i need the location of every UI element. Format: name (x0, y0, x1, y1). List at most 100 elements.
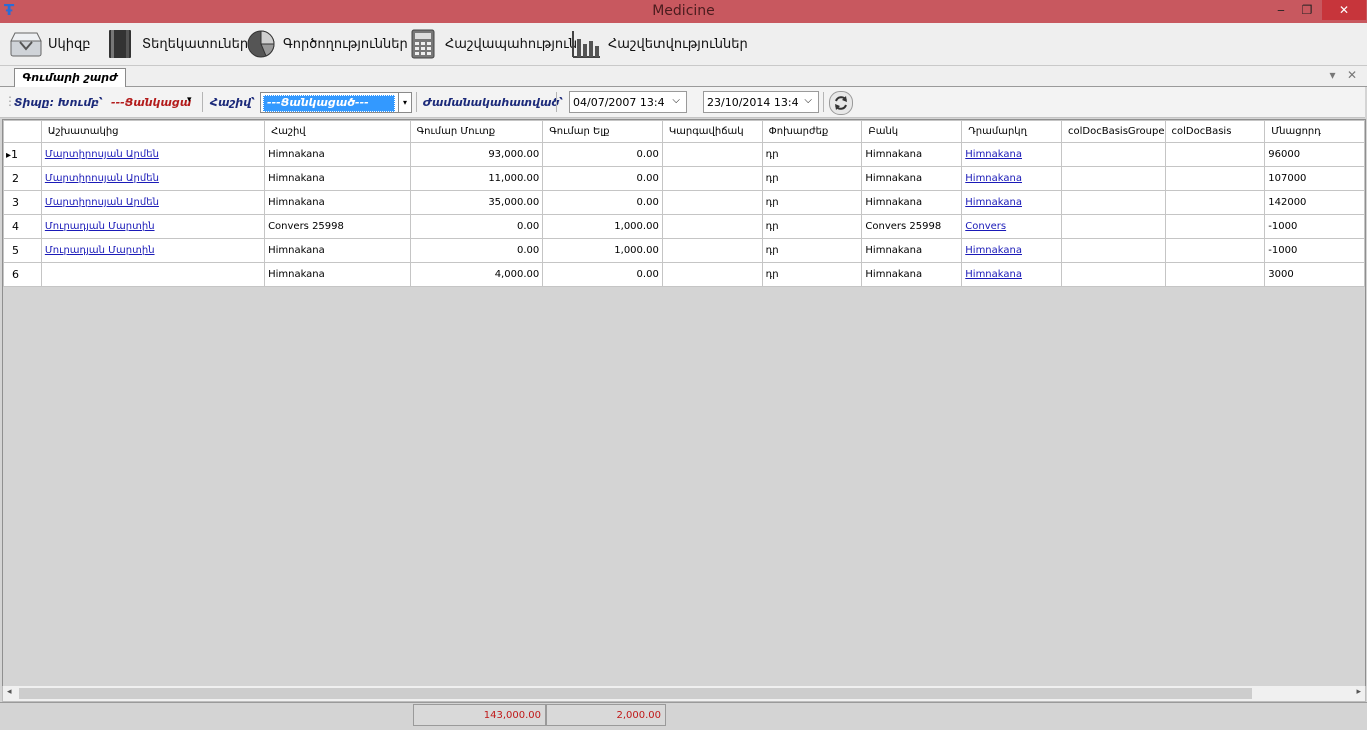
column-header-employee[interactable]: Աշխատակից (40, 120, 266, 143)
employee-cell[interactable]: Մարտիրոսյան Արմեն (40, 142, 266, 167)
menu-item-accounting[interactable]: Հաշվապահություն (407, 28, 577, 60)
cashbox-cell-link[interactable]: Himnakana (965, 197, 1022, 208)
menu-item-directories[interactable]: Տեղեկատուներ (104, 28, 248, 60)
menu-item-home[interactable]: Սկիզբ (10, 28, 91, 60)
column-header-bank[interactable]: Բանկ (861, 120, 963, 143)
table-row[interactable]: 6 Himnakana 4,000.00 0.00 դր Himnakana Himnaka… (3, 262, 1365, 287)
employee-cell[interactable]: Մուրադյան Մարտին (40, 214, 266, 239)
calculator-icon (411, 29, 435, 59)
tab-close-icon[interactable]: ✕ (1347, 68, 1357, 82)
menu-item-operations[interactable]: Գործողություններ (245, 28, 408, 60)
column-header-account[interactable]: Հաշիվ (264, 120, 411, 143)
column-header-cashbox[interactable]: Դրամարկղ (961, 120, 1062, 143)
amount-in-cell: 35,000.00 (409, 190, 544, 215)
scroll-left-icon[interactable]: ◂ (7, 687, 12, 697)
refresh-button[interactable] (829, 91, 853, 115)
status-cell (661, 214, 763, 239)
amount-out-cell: 0.00 (542, 262, 663, 287)
exchange-rate-cell: դր (761, 214, 863, 239)
row-header[interactable]: 2 (3, 166, 42, 191)
account-cell: Himnakana (264, 166, 411, 191)
column-header-status[interactable]: Կարգավիճակ (661, 120, 763, 143)
horizontal-scrollbar[interactable]: ◂ ▸ (2, 686, 1366, 702)
row-header[interactable]: 6 (3, 262, 42, 287)
document-tabs: Գումարի շարժ ▾ ✕ (0, 66, 1367, 87)
amount-out-cell: 1,000.00 (542, 214, 663, 239)
date-to-arrow-icon: ⌵ (804, 95, 812, 106)
filter-toolbar: ⋮ Տիպը: Խումբ՝ ---Ցանկացա ▾ Հաշիվ՝ ---Ցա… (0, 87, 1365, 118)
date-to-picker[interactable]: 23/10/2014 13:4 ⌵ (703, 91, 819, 113)
amount-out-cell: 0.00 (542, 142, 663, 167)
employee-cell[interactable]: Մարտիրոսյան Արմեն (40, 166, 266, 191)
column-header-doc-basis[interactable]: colDocBasis (1164, 120, 1266, 143)
type-group-label: Տիպը: Խումբ՝ (14, 96, 103, 109)
cashbox-cell[interactable]: Himnakana (961, 190, 1062, 215)
employee-cell-link[interactable]: Մարտիրոսյան Արմեն (45, 197, 159, 208)
table-row[interactable]: 2 Մարտիրոսյան Արմեն Himnakana 11,000.00 0.00… (3, 166, 1365, 191)
employee-cell[interactable]: Մուրադյան Մարտին (40, 238, 266, 263)
row-header[interactable]: ▸1 (3, 142, 42, 167)
type-group-value: ---Ցանկացա (111, 96, 192, 109)
cashbox-cell-link[interactable]: Himnakana (965, 173, 1022, 184)
cashbox-cell[interactable]: Himnakana (961, 142, 1062, 167)
table-row[interactable]: 3 Մարտիրոսյան Արմեն Himnakana 35,000.00 0.00… (3, 190, 1365, 215)
balance-cell: 142000 (1264, 190, 1365, 215)
table-row[interactable]: 4 Մուրադյան Մարտին Convers 25998 0.00 1,000.… (3, 214, 1365, 239)
row-header[interactable]: 3 (3, 190, 42, 215)
exchange-rate-cell: դր (761, 238, 863, 263)
row-header[interactable]: 4 (3, 214, 42, 239)
maximize-button[interactable]: ❐ (1294, 0, 1320, 20)
amount-in-cell: 4,000.00 (409, 262, 544, 287)
column-header-balance[interactable]: Մնացորդ (1264, 120, 1365, 143)
minimize-button[interactable]: ‒ (1268, 0, 1294, 20)
close-button[interactable]: ✕ (1322, 0, 1366, 20)
money-movement-grid: Աշխատակից Հաշիվ Գումար Մուտք Գումար Ելք … (2, 119, 1366, 687)
row-number: 4 (12, 220, 19, 233)
amount-out-cell: 1,000.00 (542, 238, 663, 263)
bar-chart-icon (572, 31, 600, 58)
type-group-combo[interactable]: ---Ցանկացա ▾ (108, 92, 198, 112)
cashbox-cell-link[interactable]: Himnakana (965, 269, 1022, 280)
tab-money-movement[interactable]: Գումարի շարժ (14, 68, 126, 87)
date-from-value: 04/07/2007 13:4 (573, 96, 665, 109)
employee-cell[interactable]: Մարտիրոսյան Արմեն (40, 190, 266, 215)
cashbox-cell[interactable]: Himnakana (961, 262, 1062, 287)
table-row[interactable]: ▸1 Մարտիրոսյան Արմեն Himnakana 93,000.00 0.0… (3, 142, 1365, 167)
cashbox-cell[interactable]: Himnakana (961, 166, 1062, 191)
doc-basis-group-cell (1061, 190, 1166, 215)
cashbox-cell-link[interactable]: Himnakana (965, 149, 1022, 160)
doc-basis-cell (1164, 166, 1266, 191)
column-header-exchange-rate[interactable]: Փոխարժեք (761, 120, 863, 143)
bank-cell: Himnakana (861, 166, 963, 191)
scroll-right-icon[interactable]: ▸ (1356, 687, 1361, 697)
table-row[interactable]: 5 Մուրադյան Մարտին Himnakana 0.00 1,000.00 դր… (3, 238, 1365, 263)
total-amount-out: 2,000.00 (546, 704, 666, 726)
account-combo[interactable]: ---Ցանկացած--- ▾ (260, 92, 412, 113)
employee-cell-link[interactable]: Մարտիրոսյան Արմեն (45, 173, 159, 184)
row-header[interactable]: 5 (3, 238, 42, 263)
account-arrow-icon[interactable]: ▾ (398, 93, 411, 112)
cashbox-cell-link[interactable]: Himnakana (965, 245, 1022, 256)
cashbox-cell[interactable]: Convers (961, 214, 1062, 239)
doc-basis-cell (1164, 190, 1266, 215)
column-header-doc-basis-group[interactable]: colDocBasisGroupe (1061, 120, 1166, 143)
employee-cell-link[interactable]: Մարտիրոսյան Արմեն (45, 149, 159, 160)
row-number: 1 (11, 148, 19, 161)
menu-item-reports[interactable]: Հաշվետվություններ (570, 28, 748, 60)
exchange-rate-cell: դր (761, 166, 863, 191)
scrollbar-thumb[interactable] (19, 688, 1252, 699)
column-header-amount-out[interactable]: Գումար Ելք (542, 120, 663, 143)
date-from-picker[interactable]: 04/07/2007 13:4 ⌵ (569, 91, 687, 113)
cashbox-cell-link[interactable]: Convers (965, 221, 1006, 232)
employee-cell-link[interactable]: Մուրադյան Մարտին (45, 221, 155, 232)
column-header-amount-in[interactable]: Գումար Մուտք (409, 120, 544, 143)
employee-cell-link[interactable]: Մուրադյան Մարտին (45, 245, 155, 256)
exchange-rate-cell: դր (761, 190, 863, 215)
doc-basis-group-cell (1061, 262, 1166, 287)
account-cell: Himnakana (264, 190, 411, 215)
employee-cell[interactable] (40, 262, 266, 287)
cashbox-cell[interactable]: Himnakana (961, 238, 1062, 263)
doc-basis-cell (1164, 262, 1266, 287)
status-cell (661, 238, 763, 263)
tab-list-dropdown-icon[interactable]: ▾ (1329, 68, 1335, 82)
